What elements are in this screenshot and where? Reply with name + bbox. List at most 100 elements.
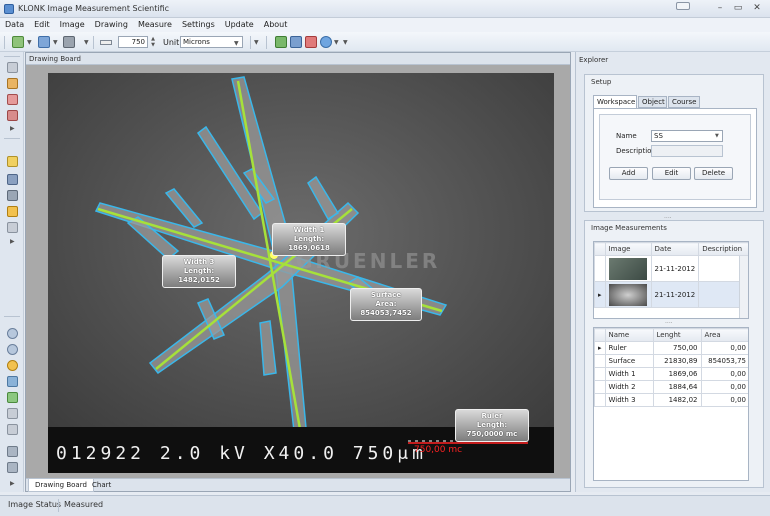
zoom-area-icon[interactable] (7, 206, 18, 217)
drawing-board-panel: Drawing Board 012922 2.0 kV X40.0 750μm … (25, 52, 571, 492)
table-row[interactable]: 21-11-2012 (594, 255, 748, 282)
ruler-red-label: 750,00 mc (414, 445, 463, 455)
menu-image[interactable]: Image (55, 18, 90, 31)
table-row[interactable]: ▸ 21-11-2012 (594, 281, 748, 308)
toolbar-grip (4, 56, 20, 57)
chevron-down-icon[interactable]: ▼ (334, 39, 339, 46)
edit-button[interactable]: Edit (652, 167, 691, 180)
settings-icon[interactable] (7, 462, 18, 473)
new-icon[interactable] (12, 36, 24, 48)
chevron-down-icon[interactable]: ▼ (84, 39, 89, 46)
angle-icon[interactable] (7, 222, 18, 233)
image-date: 21-11-2012 (650, 281, 700, 308)
menu-bar: Data Edit Image Drawing Measure Settings Updat… (0, 18, 770, 32)
minimize-button[interactable]: – (712, 3, 728, 15)
add-image-icon[interactable] (275, 36, 287, 48)
image-list-scrollbar[interactable] (739, 256, 748, 318)
surface-label[interactable]: Surface Area: 854053,7452 (350, 288, 422, 321)
menu-update[interactable]: Update (220, 18, 259, 31)
drawing-canvas[interactable]: 012922 2.0 kV X40.0 750μm 750,00 mc GRUE… (48, 73, 554, 473)
tab-object[interactable]: Object (638, 96, 667, 108)
chevron-down-icon[interactable]: ▼ (27, 39, 32, 46)
window-title: KLONK Image Measurement Scientific (18, 4, 170, 13)
zoom-out-icon[interactable] (7, 344, 18, 355)
chevron-right-icon[interactable]: ▶ (10, 125, 15, 132)
workspace-form: Name SS ▼ Description Add Edit Delete (593, 108, 757, 208)
menu-measure[interactable]: Measure (133, 18, 177, 31)
export-icon[interactable] (320, 36, 332, 48)
tab-course[interactable]: Course (668, 96, 700, 108)
toolbar-grip (4, 36, 5, 49)
shape-icon[interactable] (7, 94, 18, 105)
table-row[interactable]: Width 3 1482,02 0,00 (594, 393, 748, 407)
splitter-handle[interactable]: ···· (665, 320, 673, 327)
chevron-down-icon[interactable]: ▼ (254, 39, 259, 46)
width3-label[interactable]: Width 3 Length: 1482,0152 (162, 255, 236, 288)
chevron-down-icon[interactable]: ▼ (53, 39, 58, 46)
tab-workspace[interactable]: Workspace (593, 95, 637, 108)
menu-about[interactable]: About (259, 18, 293, 31)
tab-chart[interactable]: Chart (86, 479, 117, 492)
width1-label[interactable]: Width 1 Length: 1869,0618 (272, 223, 346, 256)
col-length[interactable]: Lenght (652, 328, 702, 342)
measure-icon[interactable] (7, 174, 18, 185)
document-icon[interactable] (7, 78, 18, 89)
save-icon[interactable] (38, 36, 50, 48)
left-toolbar: ▶ ▶ ▶ (0, 52, 24, 492)
tab-drawing-board[interactable]: Drawing Board (28, 479, 94, 492)
description-input[interactable] (651, 145, 723, 157)
delete-image-icon[interactable] (305, 36, 317, 48)
select-icon[interactable] (7, 62, 18, 73)
zoom-stepper[interactable]: ▲ ▼ (149, 36, 157, 48)
zoom-fit-icon[interactable] (7, 360, 18, 371)
title-bar: KLONK Image Measurement Scientific – ▭ ✕ (0, 0, 770, 18)
image-measurements-title: Image Measurements (591, 224, 667, 232)
image-icon[interactable] (7, 110, 18, 121)
save-image-icon[interactable] (290, 36, 302, 48)
table-row[interactable]: Surface 21830,89 854053,75 (594, 354, 748, 368)
col-name[interactable]: Name (604, 328, 654, 342)
name-label: Name (616, 132, 637, 140)
description-label: Description (616, 147, 656, 155)
menu-settings[interactable]: Settings (177, 18, 220, 31)
table-row[interactable]: Width 2 1884,64 0,00 (594, 380, 748, 394)
lines-icon[interactable] (7, 190, 18, 201)
undo-icon[interactable] (7, 408, 18, 419)
col-date[interactable]: Date (650, 242, 700, 256)
name-select[interactable]: SS (651, 130, 723, 142)
add-button[interactable]: Add (609, 167, 648, 180)
toolbar-separator (250, 36, 251, 49)
chevron-right-icon[interactable]: ▶ (10, 238, 15, 245)
col-area[interactable]: Area (700, 328, 748, 342)
toolbar: ▼ ▼ ▼ 750 ▲ ▼ Unit Microns ▼ ▼ ▼ ▼ (0, 32, 770, 52)
chevron-right-icon[interactable]: ▶ (10, 480, 15, 487)
delete-button[interactable]: Delete (694, 167, 733, 180)
toolbar-separator (93, 36, 94, 49)
chevron-down-icon[interactable]: ▼ (715, 133, 719, 139)
zoom-in-icon[interactable] (7, 328, 18, 339)
ruler-label[interactable]: Ruler Length: 750,0000 mc (455, 409, 529, 442)
grid-icon[interactable] (7, 446, 18, 457)
col-image[interactable]: Image (604, 242, 652, 256)
table-row[interactable]: ▸ Ruler 750,00 0,00 (594, 341, 748, 355)
restore-tab-icon[interactable] (676, 2, 690, 10)
setup-section: Setup Workspace Object Course Name SS ▼ … (584, 74, 764, 212)
menu-data[interactable]: Data (0, 18, 29, 31)
menu-edit[interactable]: Edit (29, 18, 55, 31)
print-icon[interactable] (63, 36, 75, 48)
highlight-icon[interactable] (7, 156, 18, 167)
maximize-button[interactable]: ▭ (730, 3, 746, 15)
toolbar-separator (4, 138, 20, 139)
redo-icon[interactable] (7, 424, 18, 435)
zoom-input[interactable]: 750 (118, 36, 148, 48)
col-description[interactable]: Description (698, 242, 748, 256)
chevron-down-icon[interactable]: ▼ (343, 39, 348, 46)
image-measurements-section: Image Measurements Image Date Descriptio… (584, 220, 764, 488)
pan-icon[interactable] (7, 392, 18, 403)
table-row[interactable]: Width 1 1869,06 0,00 (594, 367, 748, 381)
fit-window-icon[interactable] (7, 376, 18, 387)
chevron-down-icon[interactable]: ▼ (234, 40, 239, 47)
close-button[interactable]: ✕ (749, 3, 765, 15)
menu-drawing[interactable]: Drawing (90, 18, 133, 31)
drawing-board-tabs: Drawing Board Chart (26, 478, 570, 492)
